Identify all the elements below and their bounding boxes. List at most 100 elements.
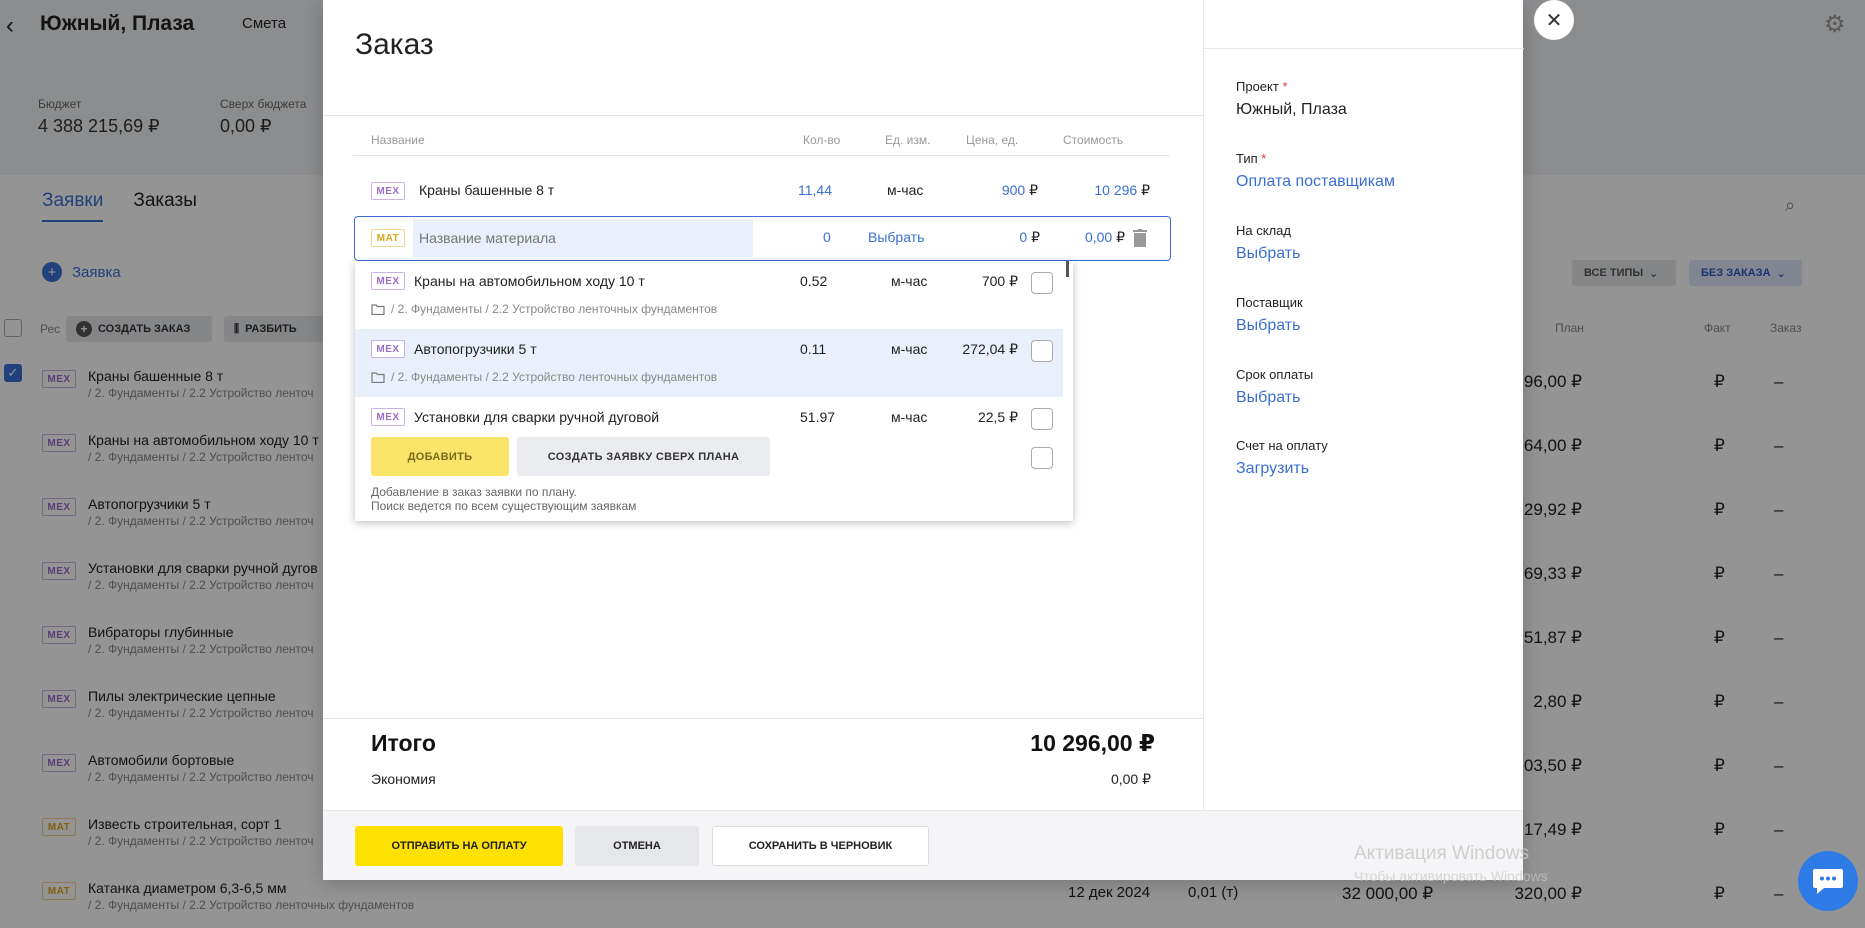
send-to-payment-button[interactable]: ОТПРАВИТЬ НА ОПЛАТУ (355, 826, 563, 866)
suggestion-unit: м-час (891, 409, 928, 425)
folder-icon (371, 303, 385, 315)
order-details-panel: Проект * Южный, Плаза Тип * Оплата поста… (1203, 0, 1524, 880)
suggestion-path: / 2. Фундаменты / 2.2 Устройство ленточн… (371, 302, 717, 316)
material-name-input[interactable] (413, 219, 753, 257)
due-date-field: Срок оплаты Выбрать (1236, 367, 1313, 407)
type-label: Тип * (1236, 151, 1395, 166)
col-price-header: Цена, ед. (966, 133, 1019, 147)
required-mark: * (1282, 79, 1288, 94)
project-value: Южный, Плаза (1236, 101, 1347, 118)
cancel-button[interactable]: ОТМЕНА (575, 826, 699, 866)
suggestion-item[interactable]: MEX Автопогрузчики 5 т 0.11 м-час 272,04… (355, 329, 1063, 397)
order-item-row[interactable]: MEX Краны башенные 8 т 11,44 м-час 900 ₽… (353, 175, 1170, 207)
due-date-select[interactable]: Выбрать (1236, 389, 1313, 407)
suggestion-unit: м-час (891, 341, 928, 357)
suggestion-checkbox[interactable] (1031, 272, 1053, 294)
dropdown-hint: Добавление в заказ заявки по плану. Поис… (371, 485, 636, 513)
order-modal: Заказ Название Кол-во Ед. изм. Цена, ед.… (323, 0, 1524, 880)
divider (323, 718, 1203, 719)
suggestion-unit: м-час (891, 273, 928, 289)
item-name: Краны башенные 8 т (419, 182, 555, 198)
supplier-select[interactable]: Выбрать (1236, 317, 1303, 335)
suggestion-path-text: / 2. Фундаменты / 2.2 Устройство ленточн… (391, 370, 718, 384)
item-unit: м-час (887, 182, 924, 198)
modal-title: Заказ (355, 28, 434, 61)
type-select[interactable]: Оплата поставщикам (1236, 173, 1395, 191)
project-label: Проект * (1236, 79, 1347, 94)
material-suggestions-dropdown: MEX Краны на автомобильном ходу 10 т 0.5… (355, 261, 1073, 521)
suggestion-name: Краны на автомобильном ходу 10 т (414, 273, 645, 289)
suggestion-item[interactable]: MEX Установки для сварки ручной дуговой … (355, 397, 1063, 433)
required-mark: * (1261, 151, 1267, 166)
add-button[interactable]: ДОБАВИТЬ (371, 437, 509, 476)
suggestion-checkbox[interactable] (1031, 408, 1053, 430)
type-badge: MEX (371, 408, 405, 426)
suggestion-price: 272,04 ₽ (962, 341, 1018, 357)
new-item-price[interactable]: 0 ₽ (965, 229, 1040, 246)
currency-sign: ₽ (1116, 229, 1125, 245)
suggestion-qty: 0.52 (800, 273, 828, 289)
type-label-text: Тип (1236, 151, 1258, 166)
total-label: Итого (371, 730, 436, 756)
invoice-field: Счет на оплату Загрузить (1236, 438, 1328, 478)
suggestion-price: 22,5 ₽ (977, 409, 1018, 425)
windows-activation-watermark: Активация Windows (1354, 843, 1530, 864)
dropdown-scrollbar[interactable] (1066, 261, 1069, 277)
suggestion-checkbox[interactable] (1031, 340, 1053, 362)
suggestion-qty: 51.97 (800, 409, 836, 425)
divider (1204, 48, 1524, 49)
col-name-header: Название (371, 133, 425, 147)
close-icon[interactable]: ✕ (1534, 0, 1574, 40)
type-badge: MEX (371, 272, 405, 290)
divider (323, 115, 1203, 116)
suggestion-path-text: / 2. Фундаменты / 2.2 Устройство ленточн… (391, 302, 718, 316)
type-field: Тип * Оплата поставщикам (1236, 151, 1395, 191)
item-price[interactable]: 900 ₽ (973, 182, 1038, 199)
invoice-upload[interactable]: Загрузить (1236, 460, 1328, 478)
divider (353, 155, 1170, 156)
total-value: 10 296,00 ₽ (1030, 730, 1155, 756)
dropdown-hint-line: Поиск ведется по всем существующим заявк… (371, 499, 637, 513)
suggestion-name: Автопогрузчики 5 т (414, 341, 537, 357)
save-draft-button[interactable]: СОХРАНИТЬ В ЧЕРНОВИК (712, 826, 929, 866)
trash-icon[interactable] (1133, 229, 1147, 247)
new-item-qty[interactable]: 0 (823, 229, 831, 245)
order-main-panel: Заказ Название Кол-во Ед. изм. Цена, ед.… (323, 0, 1203, 880)
chat-button[interactable] (1798, 851, 1858, 911)
warehouse-label: На склад (1236, 223, 1291, 238)
suggestion-path: / 2. Фундаменты / 2.2 Устройство ленточн… (371, 370, 717, 384)
economy-label: Экономия (371, 771, 436, 787)
dropdown-hint-line: Добавление в заказ заявки по плану. (371, 485, 577, 499)
col-cost-header: Стоимость (1063, 133, 1124, 147)
item-cost: 10 296 ₽ (1063, 182, 1150, 199)
windows-activation-watermark-sub: Чтобы активировать Windows (1354, 868, 1548, 884)
suggestion-price: 700 ₽ (981, 273, 1018, 289)
new-item-unit-select[interactable]: Выбрать (868, 229, 924, 245)
suggestion-name: Установки для сварки ручной дуговой (414, 409, 660, 425)
warehouse-select[interactable]: Выбрать (1236, 245, 1300, 263)
suggestion-checkbox[interactable] (1031, 447, 1053, 469)
due-date-label: Срок оплаты (1236, 367, 1314, 382)
suggestion-item[interactable]: MEX Краны на автомобильном ходу 10 т 0.5… (355, 261, 1063, 329)
new-item-row[interactable]: MAT 0 Выбрать 0 ₽ 0,00 ₽ (354, 216, 1171, 261)
project-label-text: Проект (1236, 79, 1279, 94)
supplier-field: Поставщик Выбрать (1236, 295, 1303, 335)
type-badge: MEX (371, 340, 405, 358)
item-qty[interactable]: 11,44 (798, 182, 832, 198)
type-badge: MEX (371, 182, 405, 200)
new-item-price-value: 0 (1019, 229, 1028, 245)
warehouse-field: На склад Выбрать (1236, 223, 1300, 263)
item-cost-value: 10 296 (1094, 182, 1138, 198)
type-badge[interactable]: MAT (371, 229, 405, 247)
folder-icon (371, 371, 385, 383)
suggestion-qty: 0.11 (800, 341, 827, 357)
item-price-value: 900 (1001, 182, 1026, 198)
supplier-label: Поставщик (1236, 295, 1303, 310)
col-unit-header: Ед. изм. (885, 133, 931, 147)
currency-sign: ₽ (1029, 182, 1038, 198)
currency-sign: ₽ (1031, 229, 1040, 245)
new-item-cost-value: 0,00 (1084, 229, 1113, 245)
create-request-over-plan-button[interactable]: СОЗДАТЬ ЗАЯВКУ СВЕРХ ПЛАНА (517, 437, 770, 476)
currency-sign: ₽ (1141, 182, 1150, 198)
col-qty-header: Кол-во (803, 133, 841, 147)
